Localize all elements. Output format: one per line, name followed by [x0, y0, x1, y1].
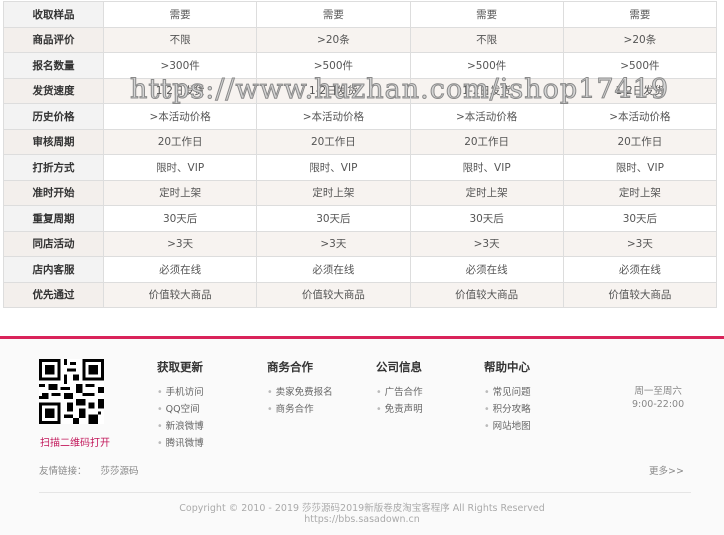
table-cell: 限时、VIP: [102, 154, 258, 181]
qr-code-icon: [39, 359, 104, 424]
footer-column-title: 商务合作: [267, 360, 313, 374]
table-cell: 需要: [409, 1, 564, 28]
table-cell: 定时上架: [256, 179, 411, 206]
table-row: 优先通过 价值较大商品 价值较大商品 价值较大商品 价值较大商品: [3, 281, 718, 308]
table-row: 准时开始 定时上架 定时上架 定时上架 定时上架: [3, 179, 718, 206]
table-row: 重复周期 30天后 30天后 30天后 30天后: [3, 205, 718, 232]
table-cell: >本活动价格: [562, 103, 718, 130]
footer-link[interactable]: 常见问题: [484, 384, 531, 401]
footer-link[interactable]: 腾讯微博: [157, 435, 204, 452]
row-label: 重复周期: [3, 205, 104, 232]
site-url[interactable]: https://bbs.sasadown.cn: [0, 514, 724, 525]
table-cell: 价值较大商品: [409, 281, 564, 308]
table-cell: 必须在线: [409, 256, 564, 283]
table-cell: 30天后: [562, 205, 718, 232]
table-row: 历史价格 >本活动价格 >本活动价格 >本活动价格 >本活动价格: [3, 103, 718, 130]
table-cell: 必须在线: [562, 256, 718, 283]
table-cell: 需要: [256, 1, 411, 28]
table-cell: 20工作日: [256, 128, 411, 155]
footer-link[interactable]: 广告合作: [376, 384, 423, 401]
table-cell: >3天: [562, 230, 718, 257]
footer-link[interactable]: 积分攻略: [484, 401, 531, 418]
table-cell: 不限: [102, 26, 258, 53]
footer-link[interactable]: 新浪微博: [157, 418, 204, 435]
friend-link[interactable]: 莎莎源码: [101, 466, 139, 477]
table-row: 审核周期 20工作日 20工作日 20工作日 20工作日: [3, 128, 718, 155]
table-cell: 价值较大商品: [256, 281, 411, 308]
footer-link[interactable]: 免责声明: [376, 401, 423, 418]
table-cell: 不限: [409, 26, 564, 53]
divider: [39, 492, 691, 493]
table-cell: >本活动价格: [409, 103, 564, 130]
row-label: 报名数量: [3, 52, 104, 79]
footer-column: 公司信息广告合作免责声明: [376, 359, 423, 418]
footer-link[interactable]: 卖家免费报名: [267, 384, 333, 401]
table-cell: 30天后: [409, 205, 564, 232]
table-cell: 价值较大商品: [102, 281, 258, 308]
row-label: 发货速度: [3, 77, 104, 104]
footer-column-title: 帮助中心: [484, 360, 530, 374]
table-cell: 30天后: [256, 205, 411, 232]
footer-column: 帮助中心常见问题积分攻略网站地图: [484, 359, 531, 435]
friend-links-label: 友情链接：: [39, 466, 87, 477]
table-cell: 定时上架: [102, 179, 258, 206]
footer: 扫描二维码打开 获取更新手机访问QQ空间新浪微博腾讯微博商务合作卖家免费报名商务…: [0, 339, 724, 535]
table-row: 打折方式 限时、VIP 限时、VIP 限时、VIP 限时、VIP: [3, 154, 718, 181]
table-cell: >20条: [256, 26, 411, 53]
row-label: 审核周期: [3, 128, 104, 155]
row-label: 同店活动: [3, 230, 104, 257]
footer-link[interactable]: QQ空间: [157, 401, 204, 418]
table-cell: 30天后: [102, 205, 258, 232]
qr-caption: 扫描二维码打开: [40, 438, 110, 449]
footer-column-title: 获取更新: [157, 360, 203, 374]
footer-link[interactable]: 网站地图: [484, 418, 531, 435]
table-cell: >本活动价格: [256, 103, 411, 130]
table-cell: >3天: [102, 230, 258, 257]
table-cell: 需要: [102, 1, 258, 28]
table-cell: 必须在线: [102, 256, 258, 283]
row-label: 历史价格: [3, 103, 104, 130]
row-label: 收取样品: [3, 1, 104, 28]
hours-days: 周一至周六: [634, 386, 682, 397]
table-cell: 需要: [562, 1, 718, 28]
more-link[interactable]: 更多>>: [649, 463, 684, 477]
table-cell: 定时上架: [409, 179, 564, 206]
hours-time: 9:00-22:00: [632, 399, 685, 410]
row-label: 优先通过: [3, 281, 104, 308]
comparison-table: 收取样品 需要 需要 需要 需要 商品评价 不限 >20条 不限 >20条 报名数量 >300件 >50…: [3, 1, 718, 308]
footer-link[interactable]: 手机访问: [157, 384, 204, 401]
table-cell: >本活动价格: [102, 103, 258, 130]
table-cell: 价值较大商品: [562, 281, 718, 308]
table-cell: >3天: [409, 230, 564, 257]
row-label: 店内客服: [3, 256, 104, 283]
friend-links: 友情链接： 莎莎源码: [39, 463, 153, 477]
table-cell: 20工作日: [562, 128, 718, 155]
row-label: 商品评价: [3, 26, 104, 53]
footer-column-title: 公司信息: [376, 360, 422, 374]
row-label: 准时开始: [3, 179, 104, 206]
footer-column: 商务合作卖家免费报名商务合作: [267, 359, 333, 418]
service-hours: 周一至周六 9:00-22:00: [632, 385, 684, 411]
footer-link[interactable]: 商务合作: [267, 401, 333, 418]
table-row: 商品评价 不限 >20条 不限 >20条: [3, 26, 718, 53]
table-cell: 必须在线: [256, 256, 411, 283]
table-row: 店内客服 必须在线 必须在线 必须在线 必须在线: [3, 256, 718, 283]
table-cell: 20工作日: [102, 128, 258, 155]
footer-column: 获取更新手机访问QQ空间新浪微博腾讯微博: [157, 359, 204, 452]
table-cell: 定时上架: [562, 179, 718, 206]
watermark: https://www.huzhan.com/ishop17419: [129, 74, 670, 106]
table-cell: >20条: [562, 26, 718, 53]
table-cell: 20工作日: [409, 128, 564, 155]
table-row: 同店活动 >3天 >3天 >3天 >3天: [3, 230, 718, 257]
table-cell: 限时、VIP: [409, 154, 564, 181]
table-cell: >3天: [256, 230, 411, 257]
copyright: Copyright © 2010 - 2019 莎莎源码2019新版卷皮淘宝客程…: [179, 503, 545, 514]
table-row: 收取样品 需要 需要 需要 需要: [3, 1, 718, 28]
table-cell: 限时、VIP: [256, 154, 411, 181]
table-cell: 限时、VIP: [562, 154, 718, 181]
row-label: 打折方式: [3, 154, 104, 181]
